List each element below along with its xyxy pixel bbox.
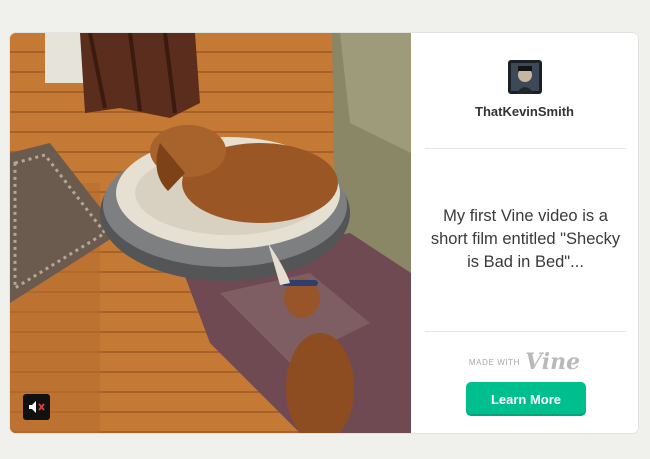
user-avatar[interactable]: [508, 60, 542, 94]
video-player[interactable]: [10, 33, 411, 433]
made-with-vine-logo[interactable]: MADE WITH Vine: [411, 351, 638, 373]
username-link[interactable]: ThatKevinSmith: [411, 104, 638, 119]
post-caption: My first Vine video is a short film enti…: [430, 207, 621, 271]
video-frame: [10, 33, 411, 433]
learn-more-button[interactable]: Learn More: [466, 382, 586, 416]
made-with-label: MADE WITH: [468, 357, 521, 367]
speaker-muted-icon: [28, 401, 45, 413]
mute-button[interactable]: [23, 394, 50, 420]
info-panel: ThatKevinSmith My first Vine video is a …: [411, 33, 638, 433]
divider-bottom: [425, 331, 626, 332]
divider-top: [425, 148, 626, 149]
vine-wordmark-icon: Vine: [525, 349, 581, 375]
vine-embed-card: ThatKevinSmith My first Vine video is a …: [10, 33, 638, 433]
